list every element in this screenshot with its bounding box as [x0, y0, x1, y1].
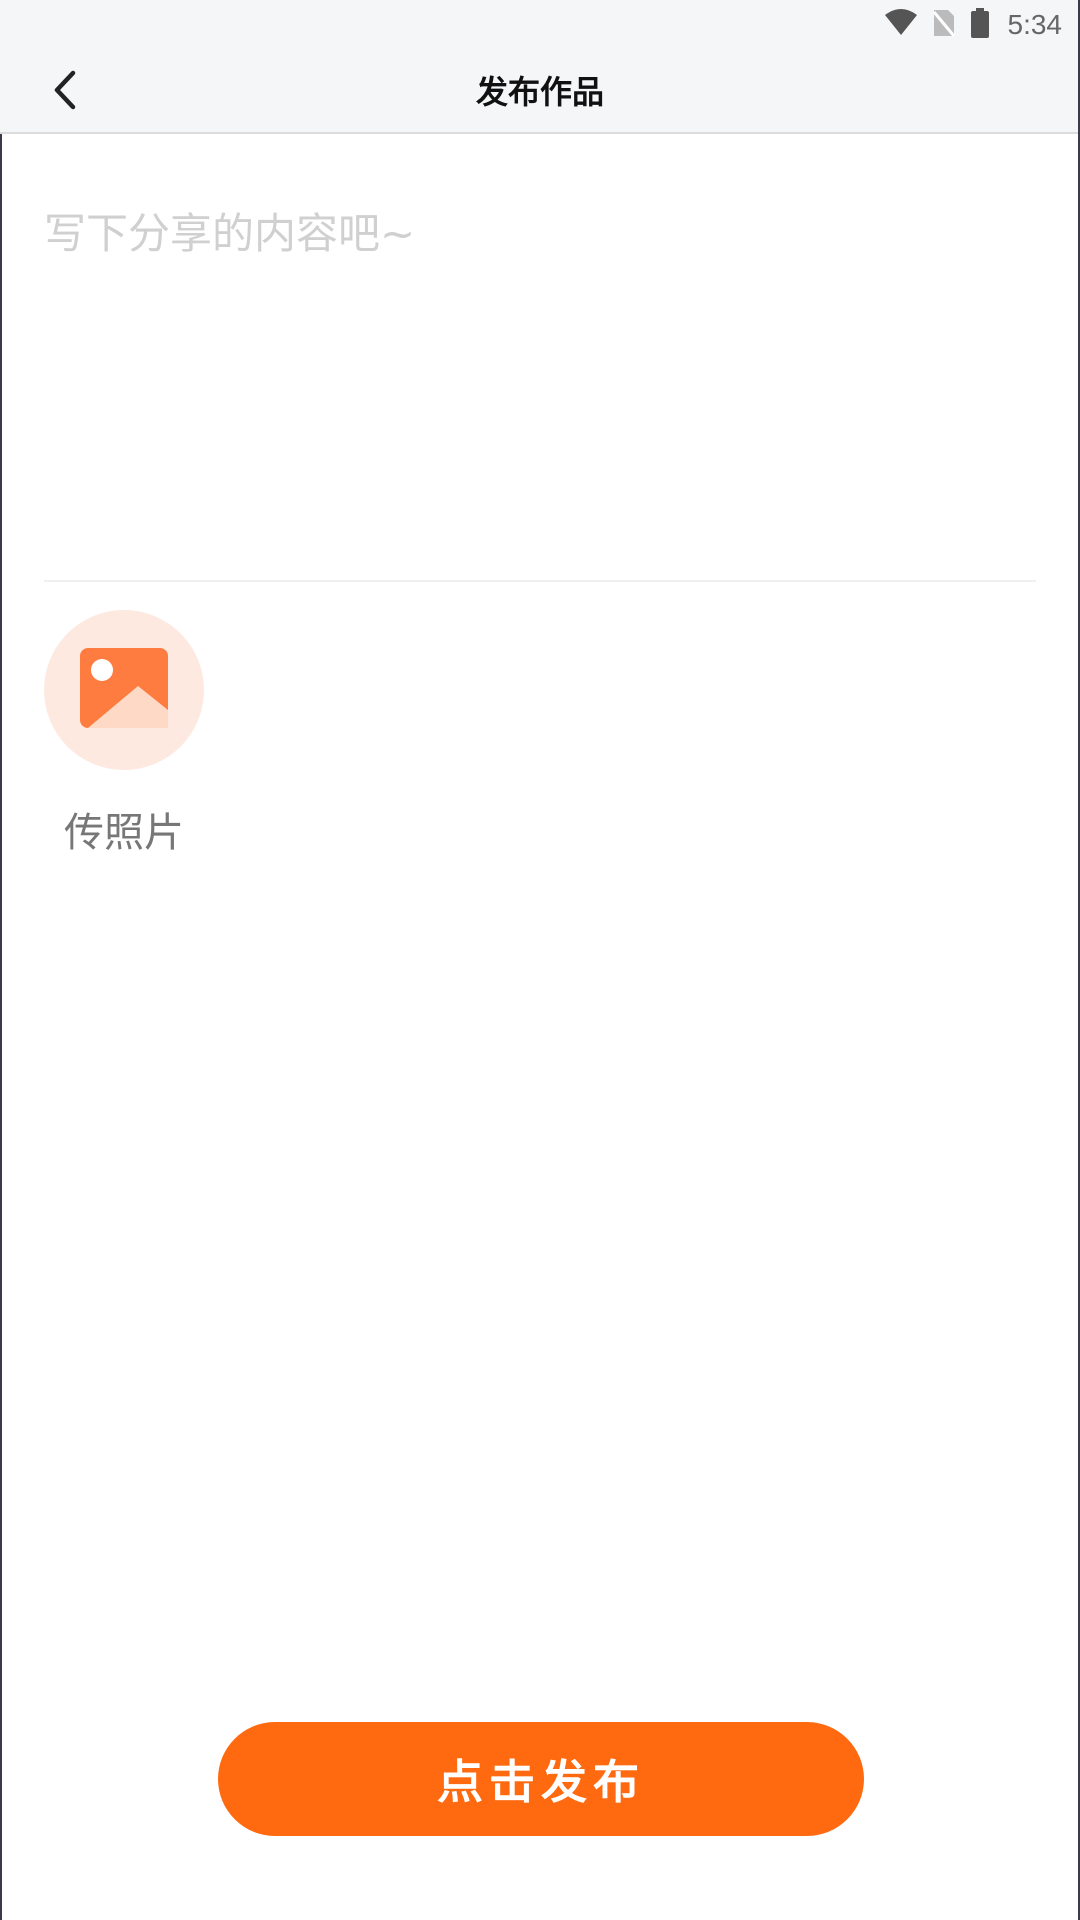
no-sim-icon: [932, 8, 956, 42]
status-icons: 5:34: [884, 0, 1063, 50]
status-bar: 5:34: [0, 0, 1080, 50]
image-icon: [80, 648, 168, 732]
page-title: 发布作品: [475, 73, 604, 111]
publish-work-screen: 5:34 发布作品 传照片 点击发布: [0, 0, 1080, 1920]
status-time: 5:34: [1007, 9, 1063, 40]
wifi-icon: [884, 9, 918, 41]
divider: [44, 580, 1036, 582]
nav-header: 发布作品: [0, 50, 1080, 134]
upload-photo-button[interactable]: [44, 610, 204, 770]
content-input[interactable]: [44, 200, 1036, 560]
publish-button-label: 点击发布: [437, 1756, 645, 1808]
battery-icon: [970, 8, 990, 42]
publish-button[interactable]: 点击发布: [218, 1722, 864, 1836]
upload-photo-label: 传照片: [64, 810, 184, 856]
screen-edge-left: [0, 0, 2, 1920]
